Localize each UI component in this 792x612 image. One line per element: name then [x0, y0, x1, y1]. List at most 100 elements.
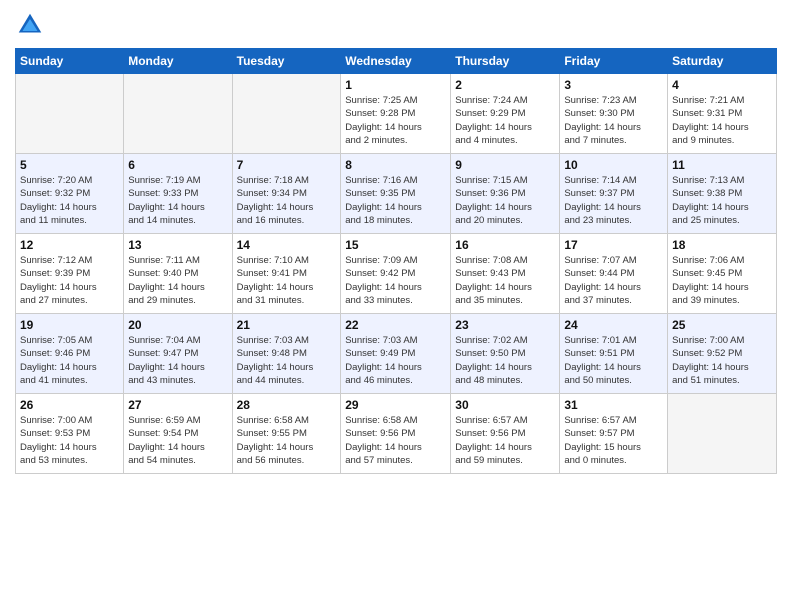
- day-info-line: Sunrise: 7:12 AM: [20, 254, 119, 267]
- day-info-line: Sunset: 9:30 PM: [564, 107, 663, 120]
- day-info-line: Daylight: 14 hours: [20, 201, 119, 214]
- calendar-cell: 28Sunrise: 6:58 AMSunset: 9:55 PMDayligh…: [232, 394, 341, 474]
- weekday-header-saturday: Saturday: [668, 49, 777, 74]
- day-number: 16: [455, 238, 555, 252]
- day-info-line: Sunrise: 7:06 AM: [672, 254, 772, 267]
- day-number: 10: [564, 158, 663, 172]
- calendar-cell: 2Sunrise: 7:24 AMSunset: 9:29 PMDaylight…: [451, 74, 560, 154]
- day-number: 23: [455, 318, 555, 332]
- calendar-cell: 7Sunrise: 7:18 AMSunset: 9:34 PMDaylight…: [232, 154, 341, 234]
- day-info-line: Sunset: 9:38 PM: [672, 187, 772, 200]
- calendar-cell: 29Sunrise: 6:58 AMSunset: 9:56 PMDayligh…: [341, 394, 451, 474]
- day-info-line: Sunset: 9:31 PM: [672, 107, 772, 120]
- day-number: 25: [672, 318, 772, 332]
- day-info-line: Sunrise: 7:21 AM: [672, 94, 772, 107]
- day-info-line: Sunset: 9:41 PM: [237, 267, 337, 280]
- day-info-line: and 57 minutes.: [345, 454, 446, 467]
- day-info-line: Sunset: 9:33 PM: [128, 187, 227, 200]
- day-info-line: and 9 minutes.: [672, 134, 772, 147]
- day-info-line: Sunrise: 7:18 AM: [237, 174, 337, 187]
- day-info-line: and 35 minutes.: [455, 294, 555, 307]
- day-info-line: Daylight: 14 hours: [20, 281, 119, 294]
- day-info: Sunrise: 7:08 AMSunset: 9:43 PMDaylight:…: [455, 254, 555, 307]
- day-info: Sunrise: 7:18 AMSunset: 9:34 PMDaylight:…: [237, 174, 337, 227]
- calendar-cell: 12 Sunrise: 7:12 AMSunset: 9:39 PMDayligh…: [16, 234, 124, 314]
- day-info-line: Sunrise: 7:08 AM: [455, 254, 555, 267]
- day-info-line: Daylight: 14 hours: [345, 361, 446, 374]
- day-info-line: Sunset: 9:47 PM: [128, 347, 227, 360]
- day-info-line: and 11 minutes.: [20, 214, 119, 227]
- day-info-line: Sunrise: 7:24 AM: [455, 94, 555, 107]
- day-number: 19: [20, 318, 119, 332]
- day-info-line: and 20 minutes.: [455, 214, 555, 227]
- day-number: 5: [20, 158, 119, 172]
- day-info: Sunrise: 7:04 AMSunset: 9:47 PMDaylight:…: [128, 334, 227, 387]
- day-info-line: Sunset: 9:51 PM: [564, 347, 663, 360]
- day-info-line: Sunrise: 7:09 AM: [345, 254, 446, 267]
- week-row-4: 19Sunrise: 7:05 AMSunset: 9:46 PMDayligh…: [16, 314, 777, 394]
- day-info-line: Sunset: 9:42 PM: [345, 267, 446, 280]
- day-info-line: and 31 minutes.: [237, 294, 337, 307]
- calendar-cell: 22Sunrise: 7:03 AMSunset: 9:49 PMDayligh…: [341, 314, 451, 394]
- calendar-cell: 1Sunrise: 7:25 AMSunset: 9:28 PMDaylight…: [341, 74, 451, 154]
- day-info-line: Daylight: 14 hours: [20, 361, 119, 374]
- day-info: Sunrise: 7:12 AMSunset: 9:39 PMDaylight:…: [20, 254, 119, 307]
- day-info-line: Sunset: 9:40 PM: [128, 267, 227, 280]
- calendar-cell: [668, 394, 777, 474]
- day-info-line: and 23 minutes.: [564, 214, 663, 227]
- day-info: Sunrise: 7:21 AMSunset: 9:31 PMDaylight:…: [672, 94, 772, 147]
- day-info-line: Daylight: 14 hours: [455, 281, 555, 294]
- day-info-line: Sunrise: 6:57 AM: [455, 414, 555, 427]
- day-info-line: Sunset: 9:34 PM: [237, 187, 337, 200]
- calendar-cell: 24Sunrise: 7:01 AMSunset: 9:51 PMDayligh…: [560, 314, 668, 394]
- day-info-line: Daylight: 14 hours: [20, 441, 119, 454]
- day-info-line: Sunset: 9:56 PM: [455, 427, 555, 440]
- day-number: 30: [455, 398, 555, 412]
- day-info-line: and 59 minutes.: [455, 454, 555, 467]
- day-info-line: Daylight: 14 hours: [672, 121, 772, 134]
- logo: [15, 10, 49, 40]
- day-info-line: Sunset: 9:45 PM: [672, 267, 772, 280]
- day-info: Sunrise: 7:14 AMSunset: 9:37 PMDaylight:…: [564, 174, 663, 227]
- day-info: Sunrise: 6:59 AMSunset: 9:54 PMDaylight:…: [128, 414, 227, 467]
- day-info-line: and 4 minutes.: [455, 134, 555, 147]
- day-info-line: Sunset: 9:49 PM: [345, 347, 446, 360]
- day-info-line: Sunrise: 7:16 AM: [345, 174, 446, 187]
- day-info-line: Sunrise: 7:02 AM: [455, 334, 555, 347]
- day-info-line: Sunrise: 6:58 AM: [237, 414, 337, 427]
- day-info-line: Sunrise: 7:20 AM: [20, 174, 119, 187]
- day-info-line: and 53 minutes.: [20, 454, 119, 467]
- day-number: 12: [20, 238, 119, 252]
- day-number: 14: [237, 238, 337, 252]
- calendar-cell: 17Sunrise: 7:07 AMSunset: 9:44 PMDayligh…: [560, 234, 668, 314]
- day-info-line: Daylight: 14 hours: [237, 281, 337, 294]
- day-info: Sunrise: 7:06 AMSunset: 9:45 PMDaylight:…: [672, 254, 772, 307]
- day-info: Sunrise: 7:03 AMSunset: 9:48 PMDaylight:…: [237, 334, 337, 387]
- calendar-cell: [124, 74, 232, 154]
- weekday-header-thursday: Thursday: [451, 49, 560, 74]
- day-info: Sunrise: 7:16 AMSunset: 9:35 PMDaylight:…: [345, 174, 446, 227]
- day-number: 21: [237, 318, 337, 332]
- calendar-cell: 4Sunrise: 7:21 AMSunset: 9:31 PMDaylight…: [668, 74, 777, 154]
- day-info: Sunrise: 6:57 AMSunset: 9:57 PMDaylight:…: [564, 414, 663, 467]
- day-info-line: Daylight: 14 hours: [128, 281, 227, 294]
- day-number: 11: [672, 158, 772, 172]
- day-info-line: Daylight: 14 hours: [455, 361, 555, 374]
- calendar-cell: 10 Sunrise: 7:14 AMSunset: 9:37 PMDayligh…: [560, 154, 668, 234]
- logo-icon: [15, 10, 45, 40]
- day-info-line: Sunrise: 7:15 AM: [455, 174, 555, 187]
- day-number: 17: [564, 238, 663, 252]
- calendar-cell: 8Sunrise: 7:16 AMSunset: 9:35 PMDaylight…: [341, 154, 451, 234]
- day-number: 1: [345, 78, 446, 92]
- day-info: Sunrise: 7:11 AMSunset: 9:40 PMDaylight:…: [128, 254, 227, 307]
- weekday-header-friday: Friday: [560, 49, 668, 74]
- day-number: 28: [237, 398, 337, 412]
- day-info-line: Sunset: 9:52 PM: [672, 347, 772, 360]
- day-info-line: Daylight: 14 hours: [455, 441, 555, 454]
- day-info-line: Daylight: 15 hours: [564, 441, 663, 454]
- day-info-line: and 14 minutes.: [128, 214, 227, 227]
- day-info-line: and 48 minutes.: [455, 374, 555, 387]
- day-number: 26: [20, 398, 119, 412]
- weekday-header-row: SundayMondayTuesdayWednesdayThursdayFrid…: [16, 49, 777, 74]
- calendar-cell: 3Sunrise: 7:23 AMSunset: 9:30 PMDaylight…: [560, 74, 668, 154]
